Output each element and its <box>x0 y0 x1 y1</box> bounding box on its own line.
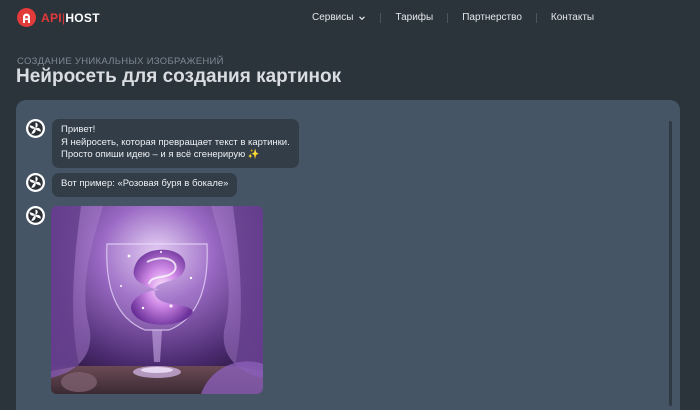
nav-item-services[interactable]: Сервисы <box>312 12 366 23</box>
nav-item-label: Тарифы <box>395 12 434 23</box>
nav-item-partnership[interactable]: Партнерство <box>462 12 522 23</box>
chat-scrollbar[interactable] <box>669 121 672 406</box>
chat-message: Вот пример: «Розовая буря в бокале» <box>52 173 238 197</box>
bot-avatar-icon <box>26 119 45 138</box>
nav-item-label: Сервисы <box>312 12 354 23</box>
bot-avatar-icon <box>26 206 45 225</box>
bot-avatar-icon <box>26 173 45 192</box>
chevron-down-icon <box>359 15 366 20</box>
message-line: Я нейросеть, которая превращает текст в … <box>61 136 290 148</box>
logo-api: API <box>41 10 62 25</box>
chat-message: Привет! Я нейросеть, которая превращает … <box>52 119 299 168</box>
logo-text: API|HOST <box>41 10 100 25</box>
site-header: API|HOST Сервисы Тарифы Партнерство Конт… <box>0 0 700 36</box>
logo-host: HOST <box>65 10 100 25</box>
page-title: Нейросеть для создания картинок <box>16 66 342 87</box>
nav-divider <box>380 12 382 23</box>
nav-divider <box>535 12 537 23</box>
nav-item-contacts[interactable]: Контакты <box>551 12 594 23</box>
message-line: Просто опиши идею – и я всё сгенерирую ✨ <box>61 149 260 160</box>
nav-item-label: Партнерство <box>462 12 522 23</box>
main-nav: Сервисы Тарифы Партнерство Контакты <box>312 12 594 23</box>
message-line: Привет! <box>61 124 96 135</box>
logo[interactable]: API|HOST <box>17 8 100 27</box>
message-line: Вот пример: «Розовая буря в бокале» <box>61 178 229 189</box>
nav-item-pricing[interactable]: Тарифы <box>395 12 433 23</box>
generated-image[interactable] <box>51 206 263 394</box>
nav-item-label: Контакты <box>550 12 595 23</box>
logo-icon <box>17 8 36 27</box>
nav-divider <box>447 12 449 23</box>
